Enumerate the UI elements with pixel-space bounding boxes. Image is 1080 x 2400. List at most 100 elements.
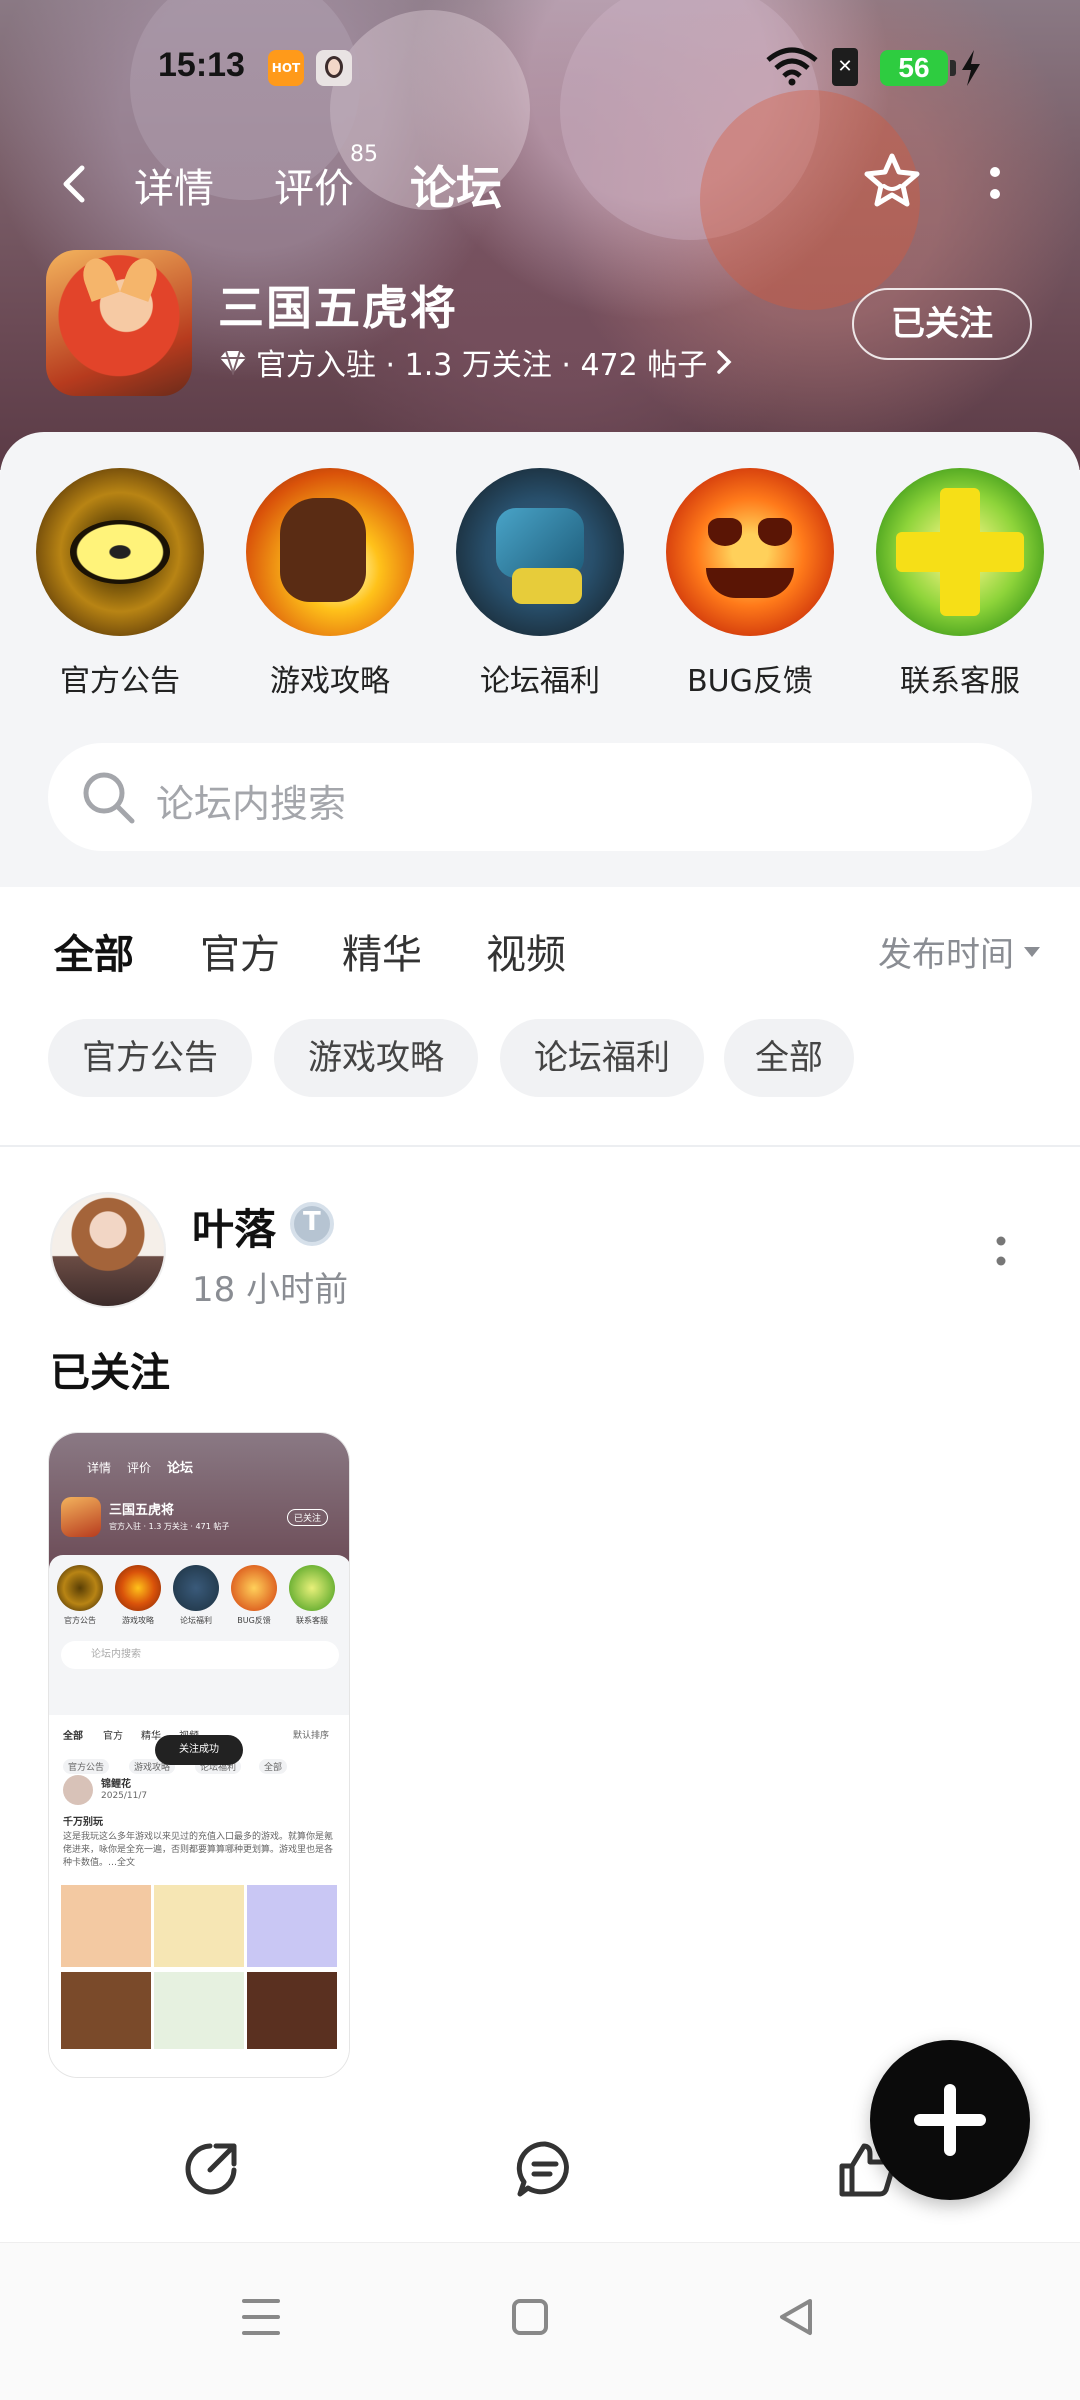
wifi-icon [766,47,818,86]
image-text: 已关注 [287,1509,329,1526]
image-text: 千万别玩 [63,1817,103,1828]
image-text: 官方 [103,1731,123,1742]
image-text: 官方公告 [63,1759,110,1774]
search-icon [83,772,135,824]
more-icon[interactable] [980,154,1010,214]
eye-icon [36,468,204,636]
status-time: 15:13 [158,46,245,84]
image-avatar [63,1775,93,1805]
review-count-badge: 85 [350,142,378,167]
image-category-icon [231,1565,277,1611]
image-text: 游戏攻略 [122,1616,154,1625]
post-title[interactable]: 已关注 [50,1340,170,1398]
home-icon[interactable] [510,2295,550,2339]
image-text: 三国五虎将 [109,1503,175,1518]
image-text: 联系客服 [296,1616,328,1625]
user-level-badge [290,1202,334,1246]
forum-header: 15:13 HOT ✕ 56 详情 评价 85 论坛 三国五虎将 官方入驻 · … [0,0,1080,470]
image-grid [61,1885,339,2055]
category-label: 游戏攻略 [270,664,390,699]
image-panel: 官方公告 游戏攻略 论坛福利 BUG反馈 联系客服 论坛内搜索 [49,1555,349,1715]
post-author[interactable]: 叶落 [192,1196,276,1257]
game-meta[interactable]: 官方入驻 · 1.3 万关注 · 472 帖子 [218,340,733,384]
image-text: 2025/11/7 [101,1791,148,1801]
more-icon[interactable] [994,1234,1008,1268]
status-bar: 15:13 HOT ✕ 56 [0,30,1080,110]
image-text: 全部 [63,1731,83,1742]
tab-details[interactable]: 详情 [134,156,214,214]
back-nav-icon[interactable] [776,2295,816,2339]
share-icon[interactable] [180,2138,242,2200]
avatar[interactable] [50,1192,166,1308]
chip-benefits[interactable]: 论坛福利 [500,1019,704,1097]
pumpkin-icon [666,468,834,636]
image-category-icon [57,1565,103,1611]
filter-tab-all[interactable]: 全部 [54,922,134,980]
filter-tab-video[interactable]: 视频 [486,922,566,980]
chip-guides[interactable]: 游戏攻略 [274,1019,478,1097]
image-text: 论坛 [167,1461,194,1476]
image-text: 全部 [259,1759,288,1774]
hot-app-icon: HOT [268,50,304,86]
tab-reviews[interactable]: 评价 [274,156,354,214]
avatar-app-icon [316,50,352,86]
game-icon [46,250,192,396]
diamond-icon [220,350,246,375]
charging-icon [962,50,980,86]
filter-tab-official[interactable]: 官方 [200,922,280,980]
chevron-right-icon [717,350,732,374]
tag-chips: 官方公告 游戏攻略 论坛福利 全部 [0,997,1080,1145]
no-sim-icon: ✕ [832,48,858,86]
category-label: 官方公告 [60,664,180,699]
image-nav [49,2049,349,2077]
category-guides[interactable]: 游戏攻略 [245,468,415,700]
game-title: 三国五虎将 [218,281,458,335]
game-meta-text: 官方入驻 · 1.3 万关注 · 472 帖子 [256,348,708,383]
image-text: 这是我玩这么多年游戏以来见过的充值入口最多的游戏。就算你是氪佬进来，咏你是全充一… [63,1832,334,1868]
forum-panel: 官方公告 游戏攻略 论坛福利 BUG反馈 联系客服 论坛内搜索 [0,432,1080,887]
category-bug-report[interactable]: BUG反馈 [665,468,835,700]
caret-down-icon [1024,946,1040,957]
image-text: 官方公告 [64,1616,96,1625]
search-input[interactable]: 论坛内搜索 [48,743,1032,851]
image-category-icon [115,1565,161,1611]
image-text: 评价 [127,1461,152,1475]
filter-tabs: 全部 官方 精华 视频 发布时间 [0,887,1080,997]
chip-all[interactable]: 全部 [724,1019,854,1097]
star-icon[interactable] [860,150,924,214]
battery-indicator: 56 [880,50,956,86]
category-benefits[interactable]: 论坛福利 [455,468,625,700]
image-text: 详情 [87,1461,112,1475]
image-text: 论坛福利 [180,1616,212,1625]
category-announcements[interactable]: 官方公告 [35,468,205,700]
category-label: 联系客服 [900,664,1020,699]
follow-button[interactable]: 已关注 [852,288,1032,360]
chip-announcements[interactable]: 官方公告 [48,1019,252,1097]
image-text: 默认排序 [293,1731,330,1741]
create-post-button[interactable] [864,2034,1036,2206]
category-label: BUG反馈 [687,664,813,699]
filter-tab-featured[interactable]: 精华 [342,922,422,980]
sort-dropdown[interactable]: 发布时间 [878,927,1040,976]
system-nav-bar [0,2242,1080,2400]
comment-icon[interactable] [514,2138,576,2200]
menu-icon[interactable] [240,2295,282,2339]
back-icon[interactable] [52,160,100,208]
category-label: 论坛福利 [480,664,600,699]
plus-icon [876,468,1044,636]
post-image[interactable]: 详情 评价 论坛 三国五虎将 官方入驻 · 1.3 万关注 · 471 帖子 已… [48,1432,350,2078]
top-nav: 详情 评价 85 论坛 [0,140,1080,230]
image-category-icon [173,1565,219,1611]
tab-forum[interactable]: 论坛 [410,152,502,218]
search-placeholder: 论坛内搜索 [156,782,347,826]
image-category-icon [289,1565,335,1611]
image-text: 锦鲤花 [101,1779,131,1790]
divider [0,1145,1080,1147]
image-header: 详情 评价 论坛 三国五虎将 官方入驻 · 1.3 万关注 · 471 帖子 已… [49,1433,349,1573]
image-game-icon [61,1497,101,1537]
gauntlet-icon [456,468,624,636]
image-text: 官方入驻 · 1.3 万关注 · 471 帖子 [109,1522,230,1531]
category-support[interactable]: 联系客服 [875,468,1045,700]
post-time: 18 小时前 [192,1270,349,1310]
fist-icon [246,468,414,636]
